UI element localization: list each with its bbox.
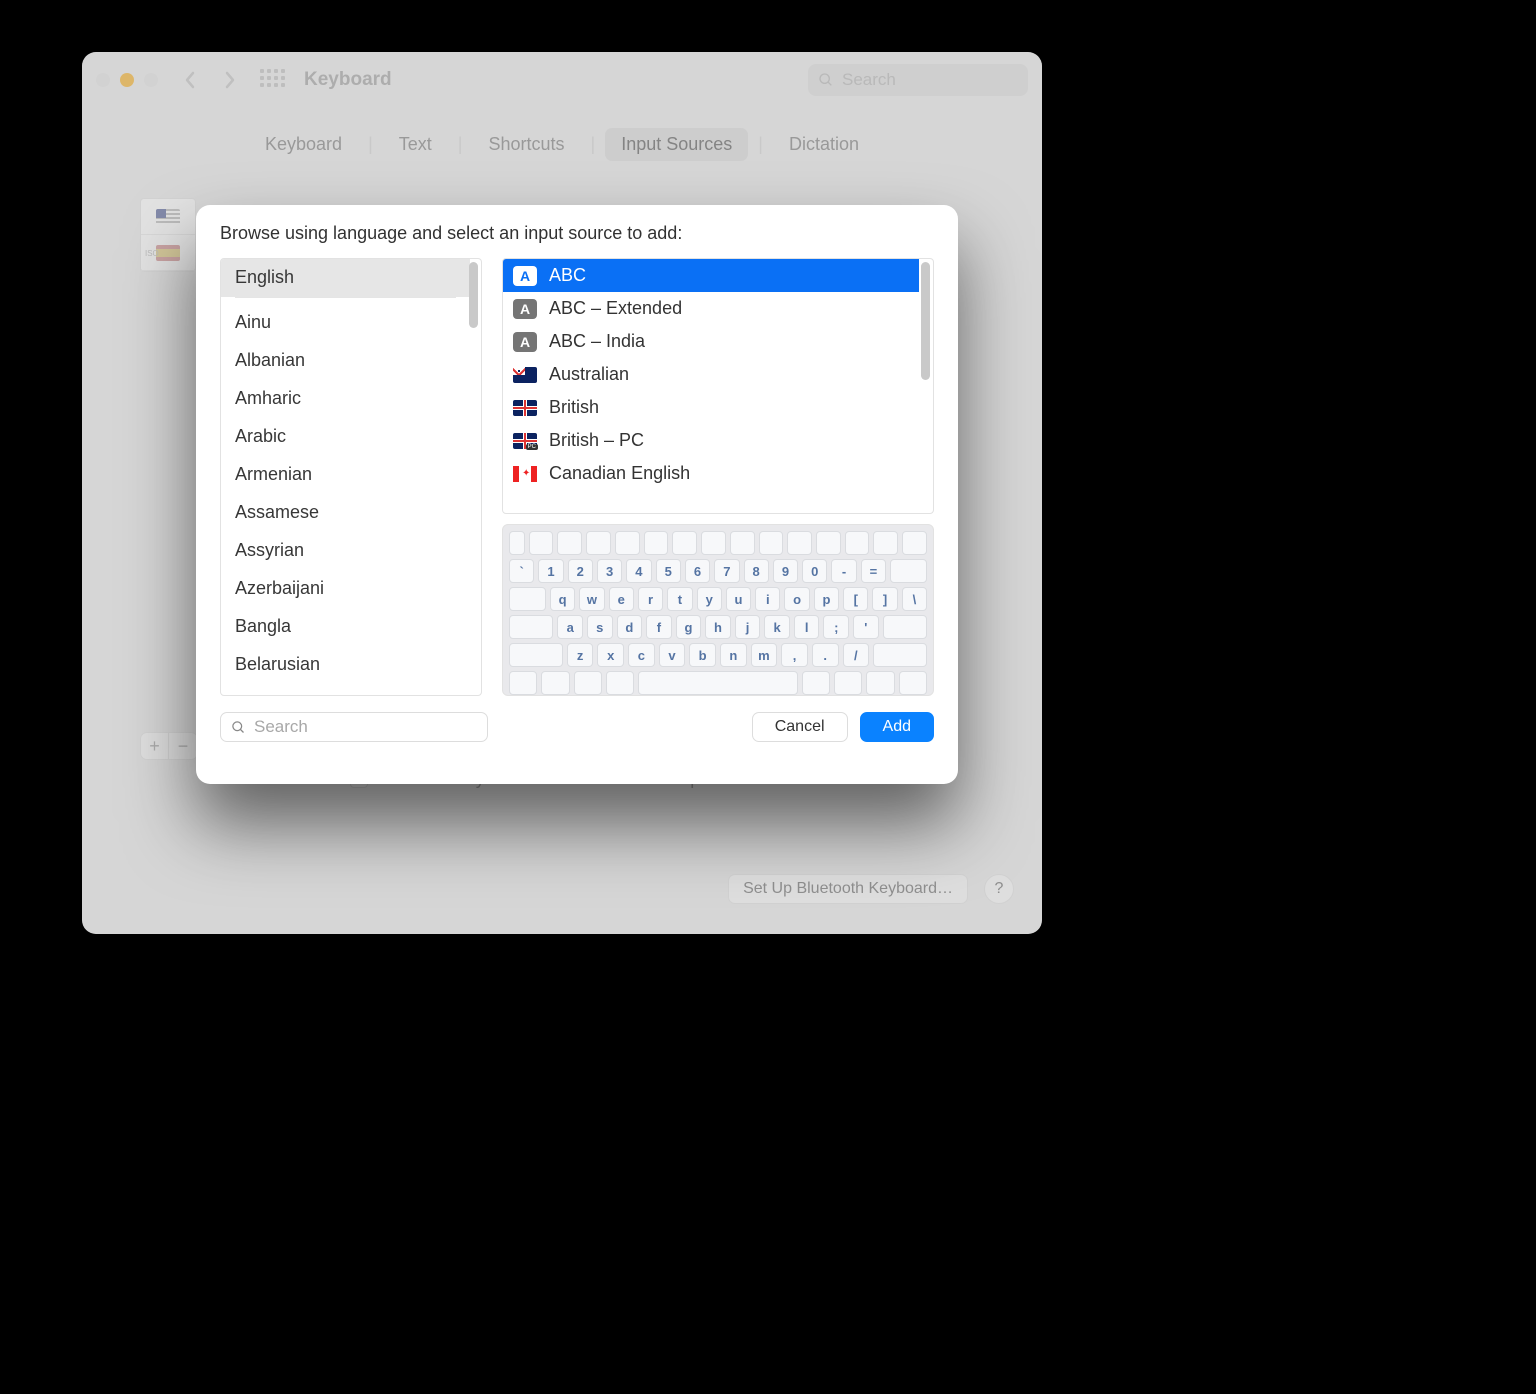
language-item[interactable]: Armenian: [221, 456, 470, 494]
scrollbar[interactable]: [469, 262, 478, 328]
language-item[interactable]: Albanian: [221, 342, 470, 380]
language-item[interactable]: Bangla: [221, 608, 470, 646]
input-source-item[interactable]: British: [503, 391, 919, 424]
flag-ca-icon: ✦: [513, 466, 537, 482]
input-source-label: ABC: [549, 265, 586, 286]
a-badge-icon: A: [513, 299, 537, 319]
input-source-list[interactable]: A ABC A ABC – Extended A ABC – India Aus…: [502, 258, 934, 514]
input-source-label: Australian: [549, 364, 629, 385]
search-placeholder: Search: [254, 717, 308, 737]
input-source-label: British – PC: [549, 430, 644, 451]
add-input-source-sheet: Browse using language and select an inpu…: [196, 205, 958, 784]
input-source-item[interactable]: Australian: [503, 358, 919, 391]
keyboard-preview: ............... `1234567890-=. .qwertyui…: [502, 524, 934, 696]
language-item[interactable]: Assyrian: [221, 532, 470, 570]
input-source-item[interactable]: ✦ Canadian English: [503, 457, 919, 490]
language-item[interactable]: Belarusian: [221, 646, 470, 684]
language-item[interactable]: Ainu: [221, 304, 470, 342]
search-icon: [231, 720, 246, 735]
language-item[interactable]: Assamese: [221, 494, 470, 532]
scrollbar[interactable]: [921, 262, 930, 380]
input-source-label: Canadian English: [549, 463, 690, 484]
language-list[interactable]: English Ainu Albanian Amharic Arabic Arm…: [220, 258, 482, 696]
sheet-search-input[interactable]: Search: [220, 712, 488, 742]
sheet-title: Browse using language and select an inpu…: [220, 223, 934, 244]
a-badge-icon: A: [513, 332, 537, 352]
flag-uk-pc-icon: PC: [513, 433, 537, 449]
input-source-item[interactable]: A ABC: [503, 259, 919, 292]
language-item[interactable]: Amharic: [221, 380, 470, 418]
input-source-label: ABC – India: [549, 331, 645, 352]
input-source-label: British: [549, 397, 599, 418]
input-source-item[interactable]: A ABC – Extended: [503, 292, 919, 325]
language-item[interactable]: English: [221, 259, 470, 297]
flag-au-icon: [513, 367, 537, 383]
input-source-item[interactable]: PC British – PC: [503, 424, 919, 457]
a-badge-icon: A: [513, 266, 537, 286]
input-source-label: ABC – Extended: [549, 298, 682, 319]
flag-uk-icon: [513, 400, 537, 416]
language-item[interactable]: Arabic: [221, 418, 470, 456]
cancel-button[interactable]: Cancel: [752, 712, 848, 742]
input-source-item[interactable]: A ABC – India: [503, 325, 919, 358]
add-button[interactable]: Add: [860, 712, 934, 742]
language-item[interactable]: Azerbaijani: [221, 570, 470, 608]
